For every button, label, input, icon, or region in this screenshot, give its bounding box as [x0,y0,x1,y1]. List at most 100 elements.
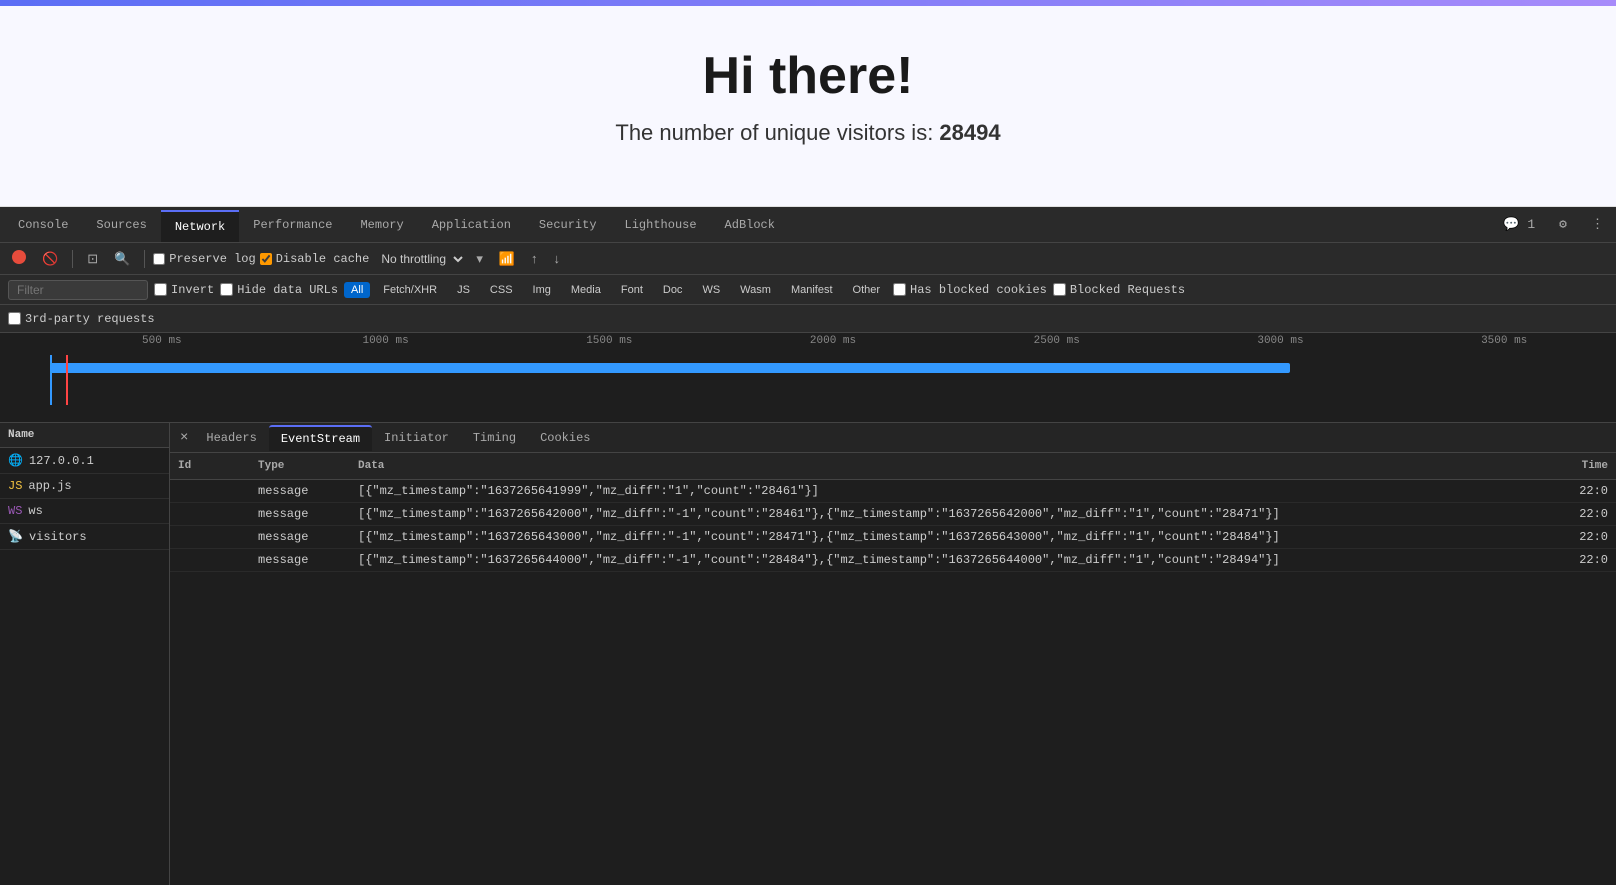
devtools-timeline: 500 ms 1000 ms 1500 ms 2000 ms 2500 ms 3… [0,333,1616,423]
blocked-requests-label[interactable]: Blocked Requests [1053,283,1185,297]
row-type: message [250,549,350,571]
table-row[interactable]: message [{"mz_timestamp":"1637265641999"… [170,480,1616,503]
row-time: 22:0 [1556,480,1616,502]
row-id [170,556,250,564]
devtools-tab-right: 💬 1 ⚙ ⋮ [1495,213,1612,236]
timeline-ruler: 500 ms 1000 ms 1500 ms 2000 ms 2500 ms 3… [50,335,1616,347]
tick-2500ms: 2500 ms [945,335,1169,347]
devtools-filter-row: Invert Hide data URLs All Fetch/XHR JS C… [0,275,1616,305]
list-item[interactable]: 🌐 127.0.0.1 [0,448,169,474]
record-button[interactable] [6,248,32,269]
page-subtitle: The number of unique visitors is: 28494 [20,120,1596,146]
devtools-network-panel: Name 🌐 127.0.0.1 JS app.js WS ws 📡 visit… [0,423,1616,885]
header-id: Id [170,457,250,475]
third-party-label[interactable]: 3rd-party requests [8,312,155,326]
disable-cache-checkbox[interactable] [260,253,272,265]
hide-data-urls-label[interactable]: Hide data URLs [220,283,338,297]
detail-tab-eventstream[interactable]: EventStream [269,425,372,451]
row-type: message [250,480,350,502]
filter-type-img[interactable]: Img [526,282,558,298]
more-icon[interactable]: ⋮ [1583,213,1612,236]
table-row[interactable]: message [{"mz_timestamp":"1637265642000"… [170,503,1616,526]
filter-input[interactable] [8,280,148,300]
blocked-requests-checkbox[interactable] [1053,283,1066,296]
search-icon-button[interactable]: 🔍 [108,249,136,269]
invert-label[interactable]: Invert [154,283,214,297]
has-blocked-cookies-label[interactable]: Has blocked cookies [893,283,1047,297]
filter-type-fetch[interactable]: Fetch/XHR [376,282,444,298]
row-type: message [250,503,350,525]
page-icon: 🌐 [8,453,23,468]
upload-icon-button[interactable]: ↑ [525,249,544,268]
download-icon-button[interactable]: ↓ [548,249,567,268]
preserve-log-checkbox[interactable] [153,253,165,265]
close-detail-button[interactable]: × [174,428,194,448]
filter-type-all[interactable]: All [344,282,370,298]
filter-type-manifest[interactable]: Manifest [784,282,840,298]
hide-data-urls-checkbox[interactable] [220,283,233,296]
subtitle-prefix: The number of unique visitors is: [615,120,939,145]
disable-cache-label[interactable]: Disable cache [260,252,370,266]
invert-checkbox[interactable] [154,283,167,296]
network-name-header: Name [0,423,169,448]
list-item[interactable]: 📡 visitors [0,524,169,550]
wifi-icon-button[interactable]: 📶 [493,249,521,269]
detail-tab-initiator[interactable]: Initiator [372,426,461,450]
has-blocked-cookies-checkbox[interactable] [893,283,906,296]
event-icon: 📡 [8,529,23,544]
tab-network[interactable]: Network [161,210,239,242]
ws-icon: WS [8,504,22,518]
tick-1000ms: 1000 ms [274,335,498,347]
preserve-log-label[interactable]: Preserve log [153,252,255,266]
filter-type-media[interactable]: Media [564,282,608,298]
page-title: Hi there! [20,46,1596,106]
toolbar-divider-2 [144,250,145,268]
row-data: [{"mz_timestamp":"1637265641999","mz_dif… [350,480,1556,502]
tick-3500ms: 3500 ms [1392,335,1616,347]
header-type: Type [250,457,350,475]
throttle-select[interactable]: No throttling [373,249,466,269]
tab-application[interactable]: Application [418,210,525,240]
feedback-icon[interactable]: 💬 1 [1495,213,1543,236]
filter-type-font[interactable]: Font [614,282,650,298]
detail-tab-headers[interactable]: Headers [194,426,268,450]
list-item[interactable]: WS ws [0,499,169,524]
table-row[interactable]: message [{"mz_timestamp":"1637265644000"… [170,549,1616,572]
filter-type-js[interactable]: JS [450,282,477,298]
filter-type-wasm[interactable]: Wasm [733,282,778,298]
tick-1500ms: 1500 ms [497,335,721,347]
list-item[interactable]: JS app.js [0,474,169,499]
tab-console[interactable]: Console [4,210,82,240]
filter-type-ws[interactable]: WS [695,282,727,298]
tab-memory[interactable]: Memory [346,210,417,240]
timeline-red-line [66,355,68,405]
tab-adblock[interactable]: AdBlock [711,210,789,240]
table-row[interactable]: message [{"mz_timestamp":"1637265643000"… [170,526,1616,549]
throttle-chevron[interactable]: ▾ [470,249,489,269]
detail-tab-cookies[interactable]: Cookies [528,426,602,450]
row-id [170,510,250,518]
third-party-checkbox[interactable] [8,312,21,325]
filter-type-css[interactable]: CSS [483,282,520,298]
toolbar-divider-1 [72,250,73,268]
filter-icon-button[interactable]: ⊡ [81,249,104,269]
settings-icon[interactable]: ⚙ [1551,213,1575,236]
network-detail-panel: × Headers EventStream Initiator Timing C… [170,423,1616,885]
js-icon: JS [8,479,22,493]
tick-2000ms: 2000 ms [721,335,945,347]
event-stream-table[interactable]: Id Type Data Time message [{"mz_timestam… [170,453,1616,885]
row-data: [{"mz_timestamp":"1637265642000","mz_dif… [350,503,1556,525]
clear-button[interactable]: 🚫 [36,249,64,269]
filter-type-doc[interactable]: Doc [656,282,690,298]
header-time: Time [1556,457,1616,475]
tab-sources[interactable]: Sources [82,210,160,240]
detail-tab-timing[interactable]: Timing [461,426,528,450]
header-data: Data [350,457,1556,475]
tab-security[interactable]: Security [525,210,611,240]
devtools-tab-bar: Console Sources Network Performance Memo… [0,207,1616,243]
tab-lighthouse[interactable]: Lighthouse [611,210,711,240]
filter-type-other[interactable]: Other [846,282,888,298]
row-type: message [250,526,350,548]
tab-performance[interactable]: Performance [239,210,346,240]
visitor-count: 28494 [939,120,1000,145]
